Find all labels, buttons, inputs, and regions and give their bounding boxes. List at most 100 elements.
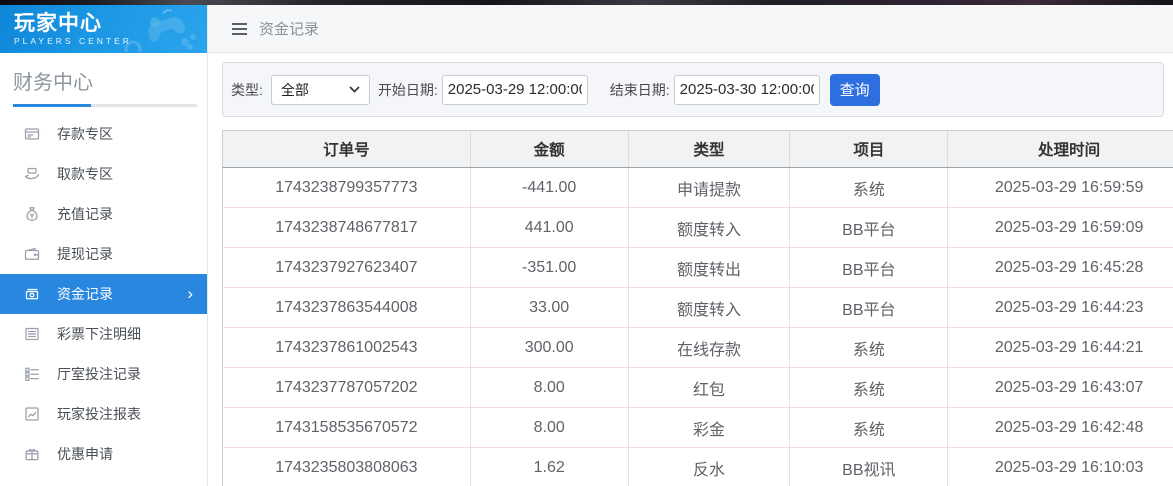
wallet-icon	[24, 246, 40, 262]
table-cell: 系统	[790, 368, 949, 407]
table-cell: 2025-03-29 16:45:28	[994, 258, 1144, 276]
column-header-1: 金额	[471, 131, 629, 167]
sidebar-item-label: 厅室投注记录	[57, 366, 141, 382]
checklist-icon	[24, 366, 40, 382]
menu-toggle-icon[interactable]	[232, 22, 247, 35]
table-row: 1743235803808063 1.62 反水 BB视讯 2025-03-29 16:…	[222, 448, 1173, 486]
sidebar-item-promo-application[interactable]: 优惠申请›	[0, 434, 207, 474]
sidebar-section-title: 财务中心	[13, 72, 93, 94]
money-bag-icon	[24, 206, 40, 222]
filter-bar: 类型: 全部 开始日期: 结束日期: 查询	[222, 62, 1164, 117]
sidebar: 玩家中心 PLAYERS CENTER 财务中心 存款专区›取款专区›充值	[0, 5, 208, 486]
type-select-value: 全部	[280, 81, 309, 98]
table-cell: 1743237927623407	[223, 248, 471, 287]
table-cell: 1743237863544008	[223, 288, 471, 327]
sidebar-item-withdrawal-records[interactable]: 提现记录›	[0, 234, 207, 274]
column-header-2: 类型	[629, 131, 791, 167]
sidebar-item-label: 取款专区	[57, 166, 113, 182]
type-select[interactable]: 全部	[270, 74, 370, 105]
column-header-4: 处理时间	[1038, 142, 1101, 159]
table-cell: 1743158535670572	[223, 408, 471, 447]
table-cell: BB平台	[790, 208, 949, 247]
table-cell: -351.00	[471, 248, 629, 287]
sidebar-item-label: 优惠申请	[57, 446, 113, 462]
table-cell: 2025-03-29 16:43:07	[994, 378, 1144, 396]
table-cell: 2025-03-29 16:10:03	[994, 458, 1144, 476]
column-header-0: 订单号	[223, 131, 471, 167]
table-header-row: 订单号 金额 类型 项目 处理时间	[222, 130, 1173, 168]
sidebar-item-lottery-bet-details[interactable]: 彩票下注明细›	[0, 314, 207, 354]
start-date-input[interactable]	[441, 74, 588, 105]
sidebar-item-label: 存款专区	[57, 126, 113, 142]
table-cell: 2025-03-29 16:44:23	[994, 298, 1144, 316]
document-list-icon	[24, 326, 40, 342]
table-cell: 2025-03-29 16:59:59	[994, 178, 1144, 196]
sidebar-item-funds-records[interactable]: 资金记录 ›	[0, 274, 207, 314]
table-row: 1743158535670572 8.00 彩金 系统 2025-03-29 16:42…	[222, 408, 1173, 448]
table-row: 1743237863544008 33.00 额度转入 BB平台 2025-03-29 …	[222, 288, 1173, 328]
table-cell: 1743235803808063	[223, 448, 471, 486]
table-body: 1743238799357773 -441.00 申请提款 系统 2025-03-29 …	[222, 168, 1173, 486]
table-cell: 2025-03-29 16:44:21	[994, 338, 1144, 356]
table-cell: 彩金	[629, 408, 791, 447]
deposit-icon	[24, 126, 40, 142]
topbar: 资金记录	[208, 5, 1173, 53]
table-cell: 300.00	[471, 328, 629, 367]
start-date-label: 开始日期:	[377, 81, 438, 98]
table-cell: 2025-03-29 16:59:09	[994, 218, 1144, 236]
records-table: 订单号 金额 类型 项目 处理时间 1743238799357773 -441.00 申请提…	[222, 130, 1173, 486]
sidebar-item-promo-application-records[interactable]: 优惠申请记录›	[0, 474, 207, 486]
sidebar-item-label: 玩家投注报表	[57, 406, 141, 422]
section-underline	[13, 104, 197, 107]
table-cell: BB平台	[790, 248, 949, 287]
table-cell: 系统	[790, 408, 949, 447]
table-row: 1743238799357773 -441.00 申请提款 系统 2025-03-29 …	[222, 168, 1173, 208]
table-cell: -441.00	[471, 168, 629, 207]
table-cell: 反水	[629, 448, 791, 486]
table-cell: 红包	[629, 368, 791, 407]
table-cell: 33.00	[471, 288, 629, 327]
sidebar-item-label: 资金记录	[57, 286, 113, 302]
page-title: 资金记录	[259, 21, 320, 38]
table-row: 1743237787057202 8.00 红包 系统 2025-03-29 16:43…	[222, 368, 1173, 408]
sidebar-item-withdraw-zone[interactable]: 取款专区›	[0, 154, 207, 194]
search-button[interactable]: 查询	[829, 73, 880, 106]
end-date-input[interactable]	[673, 74, 820, 105]
sidebar-item-label: 提现记录	[57, 246, 113, 262]
brand-header: 玩家中心 PLAYERS CENTER	[0, 5, 207, 53]
sidebar-item-label: 彩票下注明细	[57, 326, 141, 342]
table-cell: 1743238748677817	[223, 208, 471, 247]
app-layout: 玩家中心 PLAYERS CENTER 财务中心 存款专区›取款专区›充值	[0, 5, 1173, 486]
type-label: 类型:	[231, 81, 263, 98]
table-cell: 1743237861002543	[223, 328, 471, 367]
chevron-right-icon: ›	[187, 284, 193, 303]
table-cell: 8.00	[471, 408, 629, 447]
chevron-down-icon	[349, 86, 360, 93]
table-cell: 申请提款	[629, 168, 791, 207]
column-header-3: 项目	[790, 131, 949, 167]
table-cell: 系统	[790, 168, 949, 207]
table-row: 1743238748677817 441.00 额度转入 BB平台 2025-03-29…	[222, 208, 1173, 248]
table-cell: 1743238799357773	[223, 168, 471, 207]
sidebar-menu: 存款专区›取款专区›充值记录›提现记录›资金记录›彩票下注明细›厅室投注记录›玩…	[0, 114, 207, 486]
table-cell: 在线存款	[629, 328, 791, 367]
table-cell: 系统	[790, 328, 949, 367]
sidebar-section: 财务中心	[0, 53, 207, 107]
table-cell: 8.00	[471, 368, 629, 407]
sidebar-item-hall-bet-records[interactable]: 厅室投注记录›	[0, 354, 207, 394]
sidebar-item-deposit-zone[interactable]: 存款专区›	[0, 114, 207, 154]
table-cell: 441.00	[471, 208, 629, 247]
table-cell: 2025-03-29 16:42:48	[994, 418, 1144, 436]
table-cell: 1.62	[471, 448, 629, 486]
sidebar-item-recharge-records[interactable]: 充值记录›	[0, 194, 207, 234]
sidebar-item-label: 充值记录	[57, 206, 113, 222]
table-cell: BB平台	[790, 288, 949, 327]
withdraw-hand-icon	[24, 166, 40, 182]
gamepad-icon	[124, 9, 196, 52]
gift-icon	[24, 446, 40, 462]
main-content: 资金记录 类型: 全部 开始日期: 结束日期: 查询 订单号金额类型项目 处理时间…	[208, 5, 1173, 486]
sidebar-item-player-bet-report[interactable]: 玩家投注报表›	[0, 394, 207, 434]
table-row: 1743237927623407 -351.00 额度转出 BB平台 2025-03-2…	[222, 248, 1173, 288]
end-date-label: 结束日期:	[609, 81, 670, 98]
table-cell: 额度转入	[629, 208, 791, 247]
